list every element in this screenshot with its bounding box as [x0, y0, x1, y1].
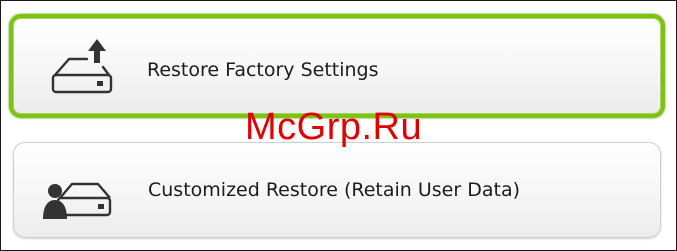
customized-restore-label: Customized Restore (Retain User Data): [148, 179, 520, 201]
restore-factory-settings-label: Restore Factory Settings: [147, 59, 379, 81]
recovery-options-panel: Restore Factory Settings Customized Rest…: [0, 0, 677, 251]
restore-factory-settings-button[interactable]: Restore Factory Settings: [9, 14, 665, 118]
drive-upload-icon: [49, 37, 119, 97]
customized-restore-button[interactable]: Customized Restore (Retain User Data): [13, 142, 661, 238]
drive-user-icon: [42, 164, 112, 224]
